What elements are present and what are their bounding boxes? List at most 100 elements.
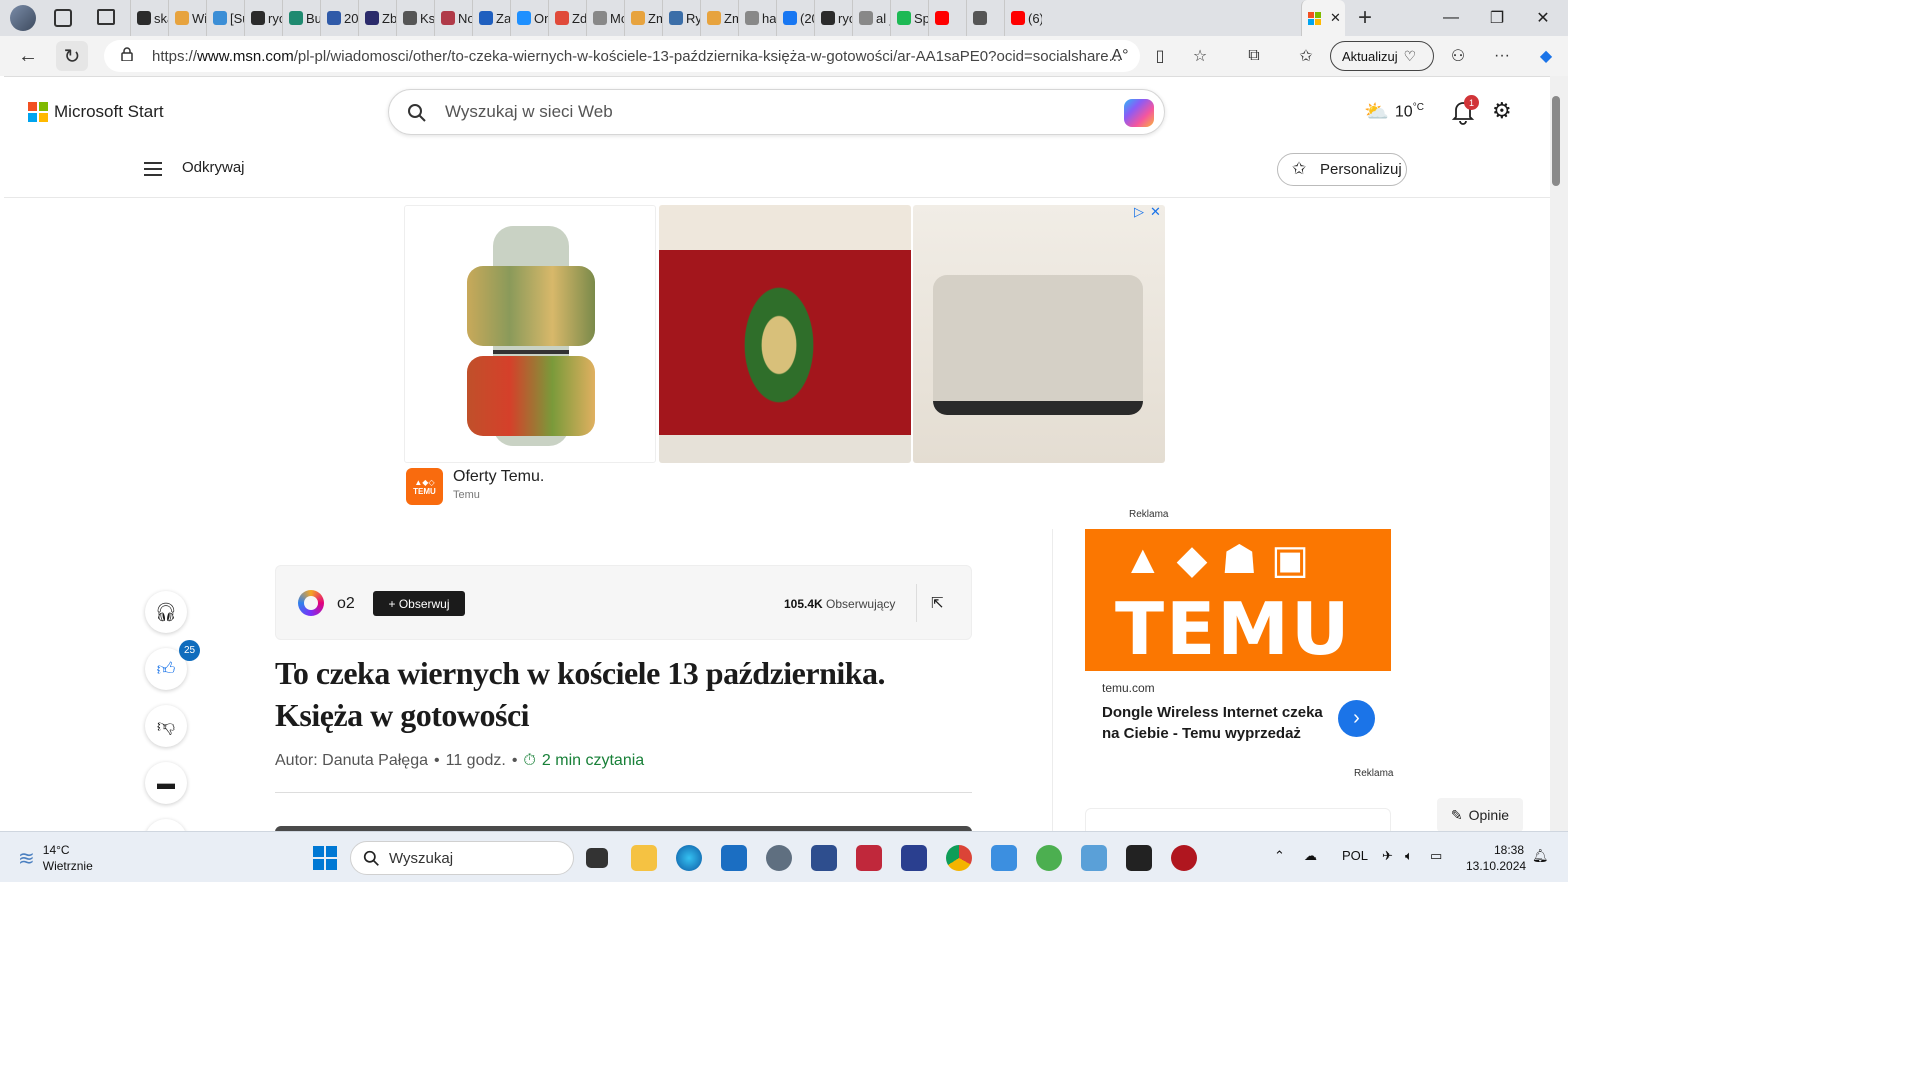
settings-gear-icon[interactable]: ⚙ xyxy=(1492,99,1516,123)
copilot-icon[interactable]: ◆ xyxy=(1530,42,1562,70)
refresh-button[interactable]: ↻ xyxy=(56,41,88,71)
notification-center-icon[interactable]: 🔔︎ xyxy=(1532,848,1549,864)
app-icon-d[interactable] xyxy=(1171,845,1197,871)
browser-tab[interactable]: Zdj xyxy=(548,0,586,36)
save-app-icon[interactable] xyxy=(901,845,927,871)
workspaces-icon[interactable] xyxy=(54,9,72,27)
browser-tab[interactable]: (6) xyxy=(1004,0,1042,36)
web-search-input[interactable]: Wyszukaj w sieci Web xyxy=(388,89,1165,135)
ad-image-spice-rack[interactable] xyxy=(404,205,656,463)
task-view-icon[interactable] xyxy=(586,848,608,868)
tab-active[interactable]: ✕ xyxy=(1301,0,1345,36)
terminal-icon[interactable] xyxy=(1126,845,1152,871)
read-aloud-icon[interactable]: A° xyxy=(1104,42,1136,70)
browser-tab[interactable]: On xyxy=(510,0,548,36)
ad-text[interactable]: Dongle Wireless Internet czeka na Ciebie… xyxy=(1102,702,1332,744)
favorites-icon[interactable]: ✩ xyxy=(1290,42,1322,70)
browser-tab[interactable]: Sp xyxy=(890,0,928,36)
temu-banner[interactable]: ▲◆☗▣ TEMU xyxy=(1085,529,1391,671)
app-icon-red[interactable] xyxy=(856,845,882,871)
tray-volume-icon[interactable]: 🔈︎ xyxy=(1405,848,1413,864)
personalize-button[interactable]: ✩ Personalizuj xyxy=(1277,153,1407,186)
adchoices-icon[interactable]: ▷ xyxy=(1134,204,1144,220)
ad-close-icon[interactable]: ✕ xyxy=(1150,204,1161,220)
virtualbox-icon[interactable] xyxy=(811,845,837,871)
browser-tab[interactable]: (20 xyxy=(776,0,814,36)
tray-chevron-icon[interactable]: ⌃ xyxy=(1274,848,1285,864)
browser-tab[interactable]: No xyxy=(434,0,472,36)
lock-icon[interactable] xyxy=(120,47,134,61)
ad-title[interactable]: Oferty Temu. xyxy=(453,468,544,486)
restore-button[interactable]: ❐ xyxy=(1474,0,1520,36)
notepad-icon[interactable] xyxy=(991,845,1017,871)
immersive-reader-icon[interactable]: ▯ xyxy=(1144,42,1176,70)
browser-tab[interactable]: Zm xyxy=(624,0,662,36)
close-tab-icon[interactable]: ✕ xyxy=(1330,10,1341,26)
o2-logo[interactable] xyxy=(298,590,324,616)
more-actions-button[interactable] xyxy=(145,819,187,831)
file-explorer-icon[interactable] xyxy=(631,845,657,871)
browser-tab[interactable]: Zbi xyxy=(358,0,396,36)
microsoft-start-logo[interactable]: Microsoft Start xyxy=(28,102,164,122)
settings-app-icon[interactable] xyxy=(766,845,792,871)
taskbar-search[interactable]: Wyszukaj xyxy=(350,841,574,875)
control-panel-icon[interactable] xyxy=(1081,845,1107,871)
browser-tab[interactable]: ryc xyxy=(814,0,852,36)
url-field[interactable]: https://www.msn.com/pl-pl/wiadomosci/oth… xyxy=(104,40,1140,72)
browser-tab[interactable]: Zal xyxy=(472,0,510,36)
browser-tab[interactable] xyxy=(928,0,966,36)
browser-tab[interactable]: Zm xyxy=(700,0,738,36)
chevron-right-icon[interactable]: › xyxy=(1338,700,1375,737)
browser-tab[interactable]: Mc xyxy=(586,0,624,36)
collections-icon[interactable]: ⚇ xyxy=(1442,42,1474,70)
browser-tab[interactable]: ska xyxy=(130,0,168,36)
profile-avatar[interactable] xyxy=(10,5,36,31)
edge-icon[interactable] xyxy=(676,845,702,871)
new-tab-button[interactable]: + xyxy=(1358,4,1372,32)
vertical-tabs-icon[interactable] xyxy=(97,9,115,25)
hamburger-menu-icon[interactable] xyxy=(144,162,162,178)
dislike-thumbs-down-icon[interactable]: 👎︎ xyxy=(145,705,187,747)
tray-network-icon[interactable]: ☁ xyxy=(1304,848,1317,864)
browser-tab[interactable]: al j xyxy=(852,0,890,36)
tray-battery-icon[interactable]: ▭ xyxy=(1430,848,1442,864)
app-icon-green[interactable] xyxy=(1036,845,1062,871)
back-button[interactable]: ← xyxy=(12,41,44,71)
start-button[interactable] xyxy=(313,846,337,870)
browser-tab[interactable]: 202 xyxy=(320,0,358,36)
share-icon[interactable]: ⇱ xyxy=(931,594,944,612)
browser-tab[interactable]: Ry xyxy=(662,0,700,36)
page-scrollbar[interactable] xyxy=(1550,76,1568,831)
browser-tab[interactable]: Ksi xyxy=(396,0,434,36)
ad-choices[interactable]: ▷ ✕ xyxy=(1134,204,1161,220)
more-menu-icon[interactable]: ··· xyxy=(1486,42,1518,70)
temu-logo[interactable]: ▲◆◇ TEMU xyxy=(406,468,443,505)
follow-button[interactable]: + Obserwuj xyxy=(373,591,465,616)
taskbar-clock[interactable]: 18:38 13.10.2024 xyxy=(1466,842,1526,874)
language-indicator[interactable]: POL xyxy=(1342,848,1368,863)
source-name[interactable]: o2 xyxy=(337,595,355,613)
listen-headphones-icon[interactable]: 🎧︎ xyxy=(145,591,187,633)
browser-tab[interactable]: ryc xyxy=(244,0,282,36)
favorite-star-icon[interactable]: ☆ xyxy=(1184,42,1216,70)
browser-tab[interactable]: ha xyxy=(738,0,776,36)
ad-image-air-mattress[interactable] xyxy=(913,205,1165,463)
browser-tab[interactable]: [Su xyxy=(206,0,244,36)
browser-tab[interactable]: Bui xyxy=(282,0,320,36)
scrollbar-thumb[interactable] xyxy=(1552,96,1560,186)
close-window-button[interactable]: ✕ xyxy=(1520,0,1566,36)
discover-link[interactable]: Odkrywaj xyxy=(182,159,245,176)
chrome-icon[interactable] xyxy=(946,845,972,871)
browser-tab[interactable] xyxy=(966,0,1004,36)
comments-icon[interactable]: ▬ xyxy=(145,762,187,804)
minimize-button[interactable]: — xyxy=(1428,0,1474,36)
tray-wifi-icon[interactable]: ✈ xyxy=(1382,848,1393,864)
extensions-icon[interactable]: ⧉ xyxy=(1238,42,1270,70)
update-button[interactable]: Aktualizuj ♡ xyxy=(1330,41,1434,71)
feedback-button[interactable]: ✎ Opinie xyxy=(1437,798,1523,831)
weather-widget[interactable]: ⛅ 10°C xyxy=(1364,99,1424,124)
ad-image-tablecloth[interactable] xyxy=(659,205,911,463)
store-icon[interactable] xyxy=(721,845,747,871)
taskbar-weather[interactable]: ≋ 14°C Wietrznie xyxy=(18,842,93,874)
copilot-search-icon[interactable] xyxy=(1124,99,1154,127)
